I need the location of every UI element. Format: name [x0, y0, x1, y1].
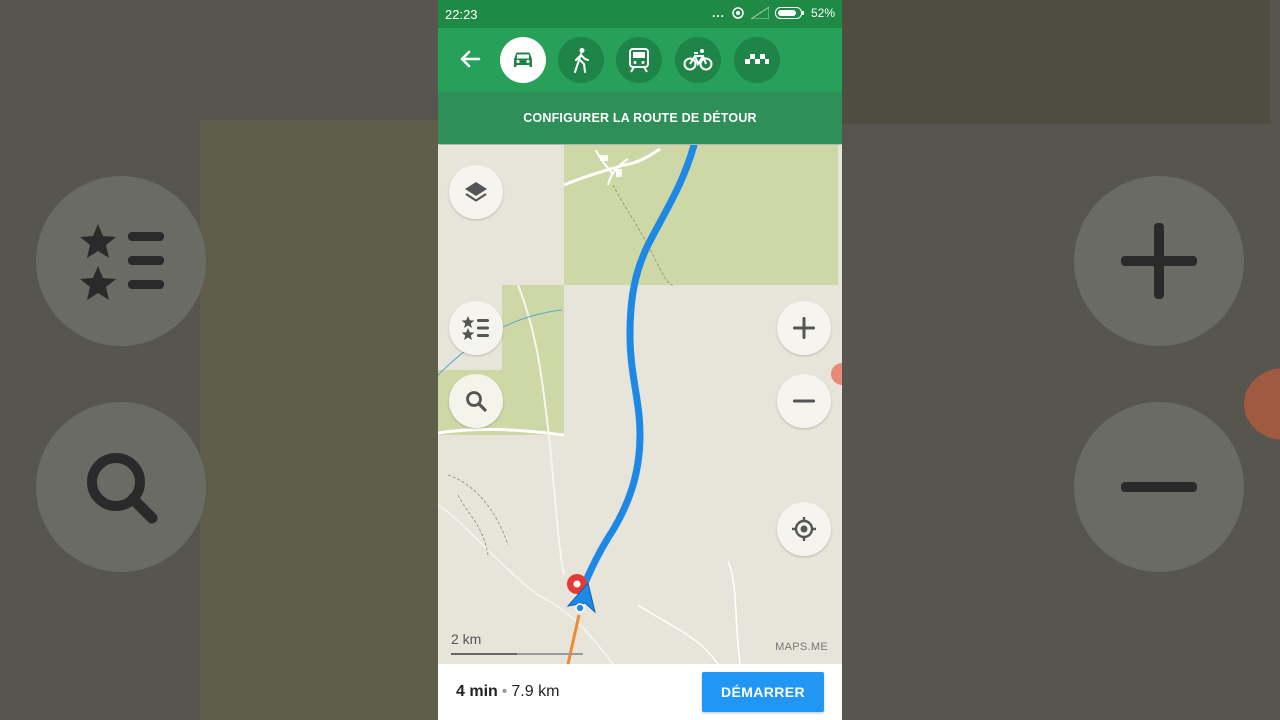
bookmarks-list-icon	[461, 316, 489, 340]
start-navigation-button[interactable]: DÉMARRER	[702, 672, 824, 712]
notification-dots: ...	[711, 6, 725, 20]
background-left	[0, 0, 438, 720]
search-button[interactable]	[449, 374, 503, 428]
taxi-icon	[745, 54, 769, 64]
background-marker	[1244, 368, 1280, 440]
status-icons: ... 52%	[712, 6, 835, 20]
status-time: 22:23	[445, 7, 478, 22]
train-icon	[629, 48, 649, 73]
map-layers-button[interactable]	[449, 165, 503, 219]
route-summary-bar: 4 min • 7.9 km DÉMARRER	[438, 664, 842, 720]
background-park-area	[200, 120, 438, 720]
zoom-in-button[interactable]	[777, 301, 831, 355]
zoom-out-button[interactable]	[777, 374, 831, 428]
route-distance: 7.9 km	[511, 683, 560, 700]
route-duration: 4 min	[456, 683, 498, 700]
background-bookmarks-button	[36, 176, 206, 346]
minus-icon	[1121, 482, 1197, 492]
arrow-left-icon	[460, 50, 481, 68]
mode-bicycle-button[interactable]	[675, 37, 721, 83]
scale-label: 2 km	[451, 631, 482, 647]
transport-mode-bar	[438, 28, 842, 92]
bicycle-icon	[683, 49, 713, 71]
background-search-button	[36, 402, 206, 572]
map-attribution: MAPS.ME	[775, 641, 828, 653]
background-zoom-in-button	[1074, 176, 1244, 346]
mode-transit-button[interactable]	[616, 37, 662, 83]
map-view[interactable]: 2 km MAPS.ME	[438, 145, 842, 664]
signal-icon	[750, 7, 769, 19]
battery-icon	[774, 7, 804, 19]
bookmarks-button[interactable]	[449, 301, 503, 355]
bookmarks-list-icon	[80, 224, 164, 300]
mode-car-button[interactable]	[500, 37, 546, 83]
layers-icon	[465, 182, 487, 202]
car-icon	[514, 52, 532, 67]
search-icon	[87, 453, 158, 524]
background-park-area	[842, 0, 1270, 124]
battery-percent: 52%	[810, 6, 835, 20]
route-eta: 4 min • 7.9 km	[456, 683, 559, 701]
configure-detour-banner[interactable]: CONFIGURER LA ROUTE DE DÉTOUR	[438, 92, 842, 144]
scale-bar	[451, 653, 583, 655]
status-bar: 22:23 ... 52%	[438, 0, 842, 28]
mode-taxi-button[interactable]	[734, 37, 780, 83]
plus-icon	[793, 317, 815, 339]
my-location-button[interactable]	[777, 502, 831, 556]
background-zoom-out-button	[1074, 402, 1244, 572]
plus-icon	[1121, 223, 1197, 299]
search-icon	[466, 391, 487, 412]
minus-icon	[793, 399, 815, 403]
back-button[interactable]	[455, 44, 485, 74]
background-right	[842, 0, 1280, 720]
mode-walk-button[interactable]	[558, 37, 604, 83]
offscreen-marker	[831, 363, 842, 385]
location-target-icon	[792, 517, 816, 541]
walk-icon	[574, 48, 589, 73]
sync-icon	[732, 7, 744, 19]
separator-dot: •	[501, 683, 508, 700]
phone-screen: 22:23 ... 52% CONFIGURER LA ROUTE DE DÉT…	[438, 0, 842, 720]
